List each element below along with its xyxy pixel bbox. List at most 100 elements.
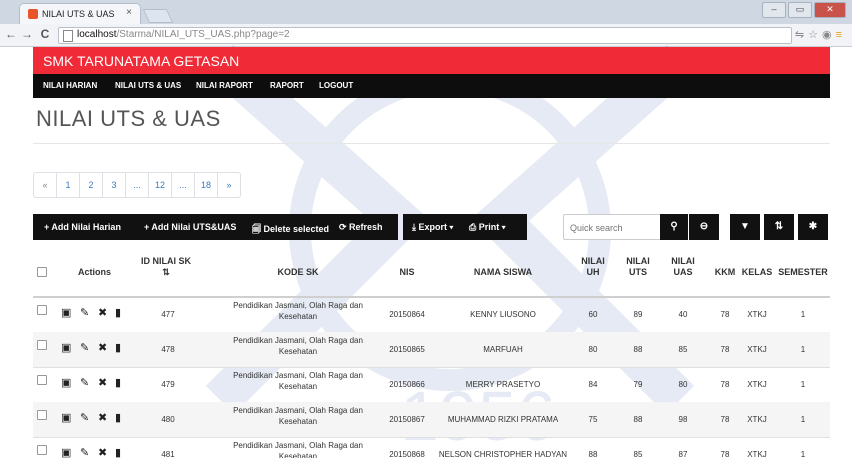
delete-x-icon[interactable]: ✖ xyxy=(98,446,107,458)
sort-icon[interactable]: ⇅ xyxy=(162,267,170,277)
page-ellipsis: ... xyxy=(125,173,148,197)
col-nama-siswa[interactable]: NAMA SISWA xyxy=(453,267,553,278)
col-semester[interactable]: SEMESTER xyxy=(777,267,829,278)
cell-kelas: XTKJ xyxy=(747,450,767,458)
cell-id: 480 xyxy=(161,415,175,424)
pagination: « 1 2 3 ... 12 ... 18 » xyxy=(33,172,242,198)
refresh-button[interactable]: ⟳ Refresh xyxy=(339,222,383,233)
new-tab-button[interactable] xyxy=(142,9,174,23)
window-controls: – ▭ ✕ xyxy=(762,2,846,18)
delete-selected-button[interactable]: 🗐 Delete selected xyxy=(252,222,329,238)
copy-icon[interactable]: ▮ xyxy=(115,411,121,424)
view-card-icon[interactable]: ▣ xyxy=(61,306,71,319)
page-3[interactable]: 3 xyxy=(102,173,125,197)
search-icon[interactable]: ⚲ xyxy=(660,214,688,240)
edit-pencil-icon[interactable]: ✎ xyxy=(80,306,89,319)
print-button[interactable]: ⎙ Print ▾ xyxy=(469,222,505,233)
address-bar-row: ← → C localhost/Starma/NILAI_UTS_UAS.php… xyxy=(0,24,852,47)
delete-x-icon[interactable]: ✖ xyxy=(98,376,107,389)
site-brand[interactable]: SMK TARUNATAMA GETASAN xyxy=(43,53,239,69)
url-path: /Starma/NILAI_UTS_UAS.php?page=2 xyxy=(116,29,290,40)
table-row[interactable]: ▣ ✎ ✖ ▮ 478 Pendidikan Jasmani, Olah Rag… xyxy=(33,332,830,368)
page-next[interactable]: » xyxy=(217,173,240,197)
window-close-icon[interactable]: ✕ xyxy=(814,2,846,18)
cell-nama-siswa: KENNY LIUSONO xyxy=(470,310,536,319)
extension-icon[interactable]: ◉ xyxy=(822,29,836,41)
view-card-icon[interactable]: ▣ xyxy=(61,446,71,458)
cell-semester: 1 xyxy=(800,450,806,458)
edit-pencil-icon[interactable]: ✎ xyxy=(80,341,89,354)
row-checkbox[interactable] xyxy=(37,375,47,385)
reload-icon[interactable]: C xyxy=(38,27,52,41)
cell-kelas: XTKJ xyxy=(747,415,767,424)
table-row[interactable]: ▣ ✎ ✖ ▮ 479 Pendidikan Jasmani, Olah Rag… xyxy=(33,367,830,403)
table-row[interactable]: ▣ ✎ ✖ ▮ 477 Pendidikan Jasmani, Olah Rag… xyxy=(33,297,830,333)
sort-icon[interactable]: ⇅ xyxy=(764,214,794,240)
add-nilai-harian-button[interactable]: + Add Nilai Harian xyxy=(44,222,121,232)
filter-icon[interactable]: ▼ xyxy=(730,214,760,240)
col-kode-sk[interactable]: KODE SK xyxy=(223,267,373,278)
cell-nilai-uh: 88 xyxy=(588,450,598,458)
col-kelas[interactable]: KELAS xyxy=(741,267,773,278)
quick-search-input[interactable] xyxy=(568,217,658,239)
nav-nilai-harian[interactable]: NILAI HARIAN xyxy=(43,81,97,90)
table-row[interactable]: ▣ ✎ ✖ ▮ 481 Pendidikan Jasmani, Olah Rag… xyxy=(33,437,830,458)
browser-toolbar-icons: ⇋☆◉≡ xyxy=(795,28,846,41)
page-prev[interactable]: « xyxy=(34,173,56,197)
col-actions: Actions xyxy=(78,267,112,277)
col-kkm[interactable]: KKM xyxy=(713,267,737,278)
maximize-icon[interactable]: ▭ xyxy=(788,2,812,18)
browser-menu-icon[interactable]: ≡ xyxy=(836,29,846,41)
row-checkbox[interactable] xyxy=(37,445,47,455)
delete-x-icon[interactable]: ✖ xyxy=(98,306,107,319)
copy-icon[interactable]: ▮ xyxy=(115,341,121,354)
zoom-search-icon[interactable]: ⊖ xyxy=(689,214,719,240)
view-card-icon[interactable]: ▣ xyxy=(61,341,71,354)
nav-nilai-uts-uas[interactable]: NILAI UTS & UAS xyxy=(115,81,181,90)
copy-icon[interactable]: ▮ xyxy=(115,446,121,458)
cell-nis: 20150864 xyxy=(389,310,425,319)
edit-pencil-icon[interactable]: ✎ xyxy=(80,376,89,389)
back-icon[interactable]: ← xyxy=(4,27,18,41)
forward-icon[interactable]: → xyxy=(20,27,34,41)
row-checkbox[interactable] xyxy=(37,305,47,315)
tab-close-icon[interactable]: × xyxy=(126,7,132,18)
view-card-icon[interactable]: ▣ xyxy=(61,411,71,424)
tab-title: NILAI UTS & UAS xyxy=(42,9,115,19)
select-all-checkbox[interactable] xyxy=(37,267,47,277)
nav-raport[interactable]: RAPORT xyxy=(270,81,304,90)
table-header: Actions ID NILAI SK ⇅ KODE SK NIS NAMA SI… xyxy=(33,248,830,298)
copy-icon[interactable]: ▮ xyxy=(115,376,121,389)
edit-pencil-icon[interactable]: ✎ xyxy=(80,446,89,458)
page-1[interactable]: 1 xyxy=(56,173,79,197)
col-nilai-uts[interactable]: NILAI UTS xyxy=(623,256,653,278)
delete-x-icon[interactable]: ✖ xyxy=(98,411,107,424)
settings-gear-icon[interactable]: ✱ xyxy=(798,214,828,240)
minimize-icon[interactable]: – xyxy=(762,2,786,18)
cell-nilai-uas: 87 xyxy=(678,450,688,458)
nav-logout[interactable]: LOGOUT xyxy=(319,81,353,90)
delete-x-icon[interactable]: ✖ xyxy=(98,341,107,354)
view-card-icon[interactable]: ▣ xyxy=(61,376,71,389)
col-nilai-uh[interactable]: NILAI UH xyxy=(578,256,608,278)
url-input[interactable]: localhost/Starma/NILAI_UTS_UAS.php?page=… xyxy=(58,27,792,44)
translate-icon[interactable]: ⇋ xyxy=(795,29,808,41)
page-12[interactable]: 12 xyxy=(148,173,171,197)
page-2[interactable]: 2 xyxy=(79,173,102,197)
cell-kelas: XTKJ xyxy=(747,310,767,319)
page-18[interactable]: 18 xyxy=(194,173,217,197)
col-nilai-uas[interactable]: NILAI UAS xyxy=(668,256,698,278)
col-id-nilai-sk[interactable]: ID NILAI SK ⇅ xyxy=(141,256,191,278)
row-checkbox[interactable] xyxy=(37,410,47,420)
col-nis[interactable]: NIS xyxy=(387,267,427,278)
export-button[interactable]: ⤓ Export ▾ xyxy=(412,222,453,233)
table-row[interactable]: ▣ ✎ ✖ ▮ 480 Pendidikan Jasmani, Olah Rag… xyxy=(33,402,830,438)
row-checkbox[interactable] xyxy=(37,340,47,350)
copy-icon[interactable]: ▮ xyxy=(115,306,121,319)
add-nilai-uts-uas-button[interactable]: + Add Nilai UTS&UAS xyxy=(144,222,236,232)
nav-nilai-raport[interactable]: NILAI RAPORT xyxy=(196,81,253,90)
edit-pencil-icon[interactable]: ✎ xyxy=(80,411,89,424)
browser-tab[interactable]: NILAI UTS & UAS × xyxy=(20,4,140,24)
bookmark-star-icon[interactable]: ☆ xyxy=(808,29,822,41)
page-ellipsis: ... xyxy=(171,173,194,197)
